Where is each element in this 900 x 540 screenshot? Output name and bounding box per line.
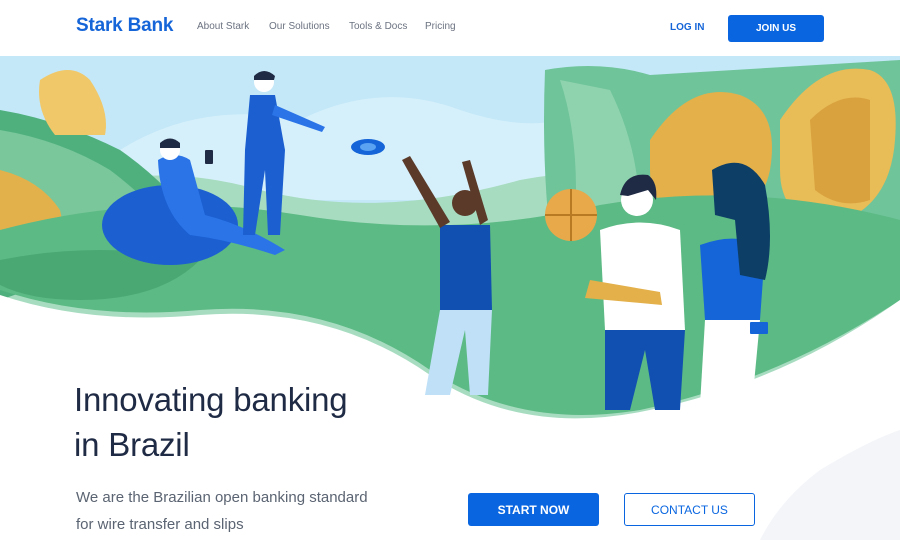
top-navigation-bar: Stark Bank About Stark Our Solutions Too… xyxy=(0,0,900,56)
stark-bank-logo[interactable]: Stark Bank xyxy=(76,15,173,37)
nav-link-pricing[interactable]: Pricing xyxy=(425,21,456,32)
hero-subtext-line-2: for wire transfer and slips xyxy=(76,516,244,533)
hero-subtext: We are the Brazilian open banking standa… xyxy=(76,484,368,538)
woman-phone-icon xyxy=(750,322,768,334)
hero-illustration xyxy=(0,56,900,540)
phone-icon xyxy=(205,150,213,164)
login-link[interactable]: LOG IN xyxy=(670,22,704,33)
hero-headline-line-2: in Brazil xyxy=(74,426,190,463)
contact-us-button[interactable]: CONTACT US xyxy=(624,493,755,526)
catching-person-shirt xyxy=(440,225,492,310)
hero-headline-line-1: Innovating banking xyxy=(74,381,348,418)
golden-tree-shade xyxy=(810,97,870,204)
frisbee-center xyxy=(360,143,376,151)
nav-link-about-stark[interactable]: About Stark xyxy=(197,21,249,32)
nav-link-our-solutions[interactable]: Our Solutions xyxy=(269,21,330,32)
start-now-button[interactable]: START NOW xyxy=(468,493,599,526)
nav-link-tools-docs[interactable]: Tools & Docs xyxy=(349,21,407,32)
hero-headline: Innovating banking in Brazil xyxy=(74,377,348,467)
hero-subtext-line-1: We are the Brazilian open banking standa… xyxy=(76,489,368,506)
ball-person-shirt xyxy=(600,222,685,330)
join-us-button[interactable]: JOIN US xyxy=(728,15,824,42)
